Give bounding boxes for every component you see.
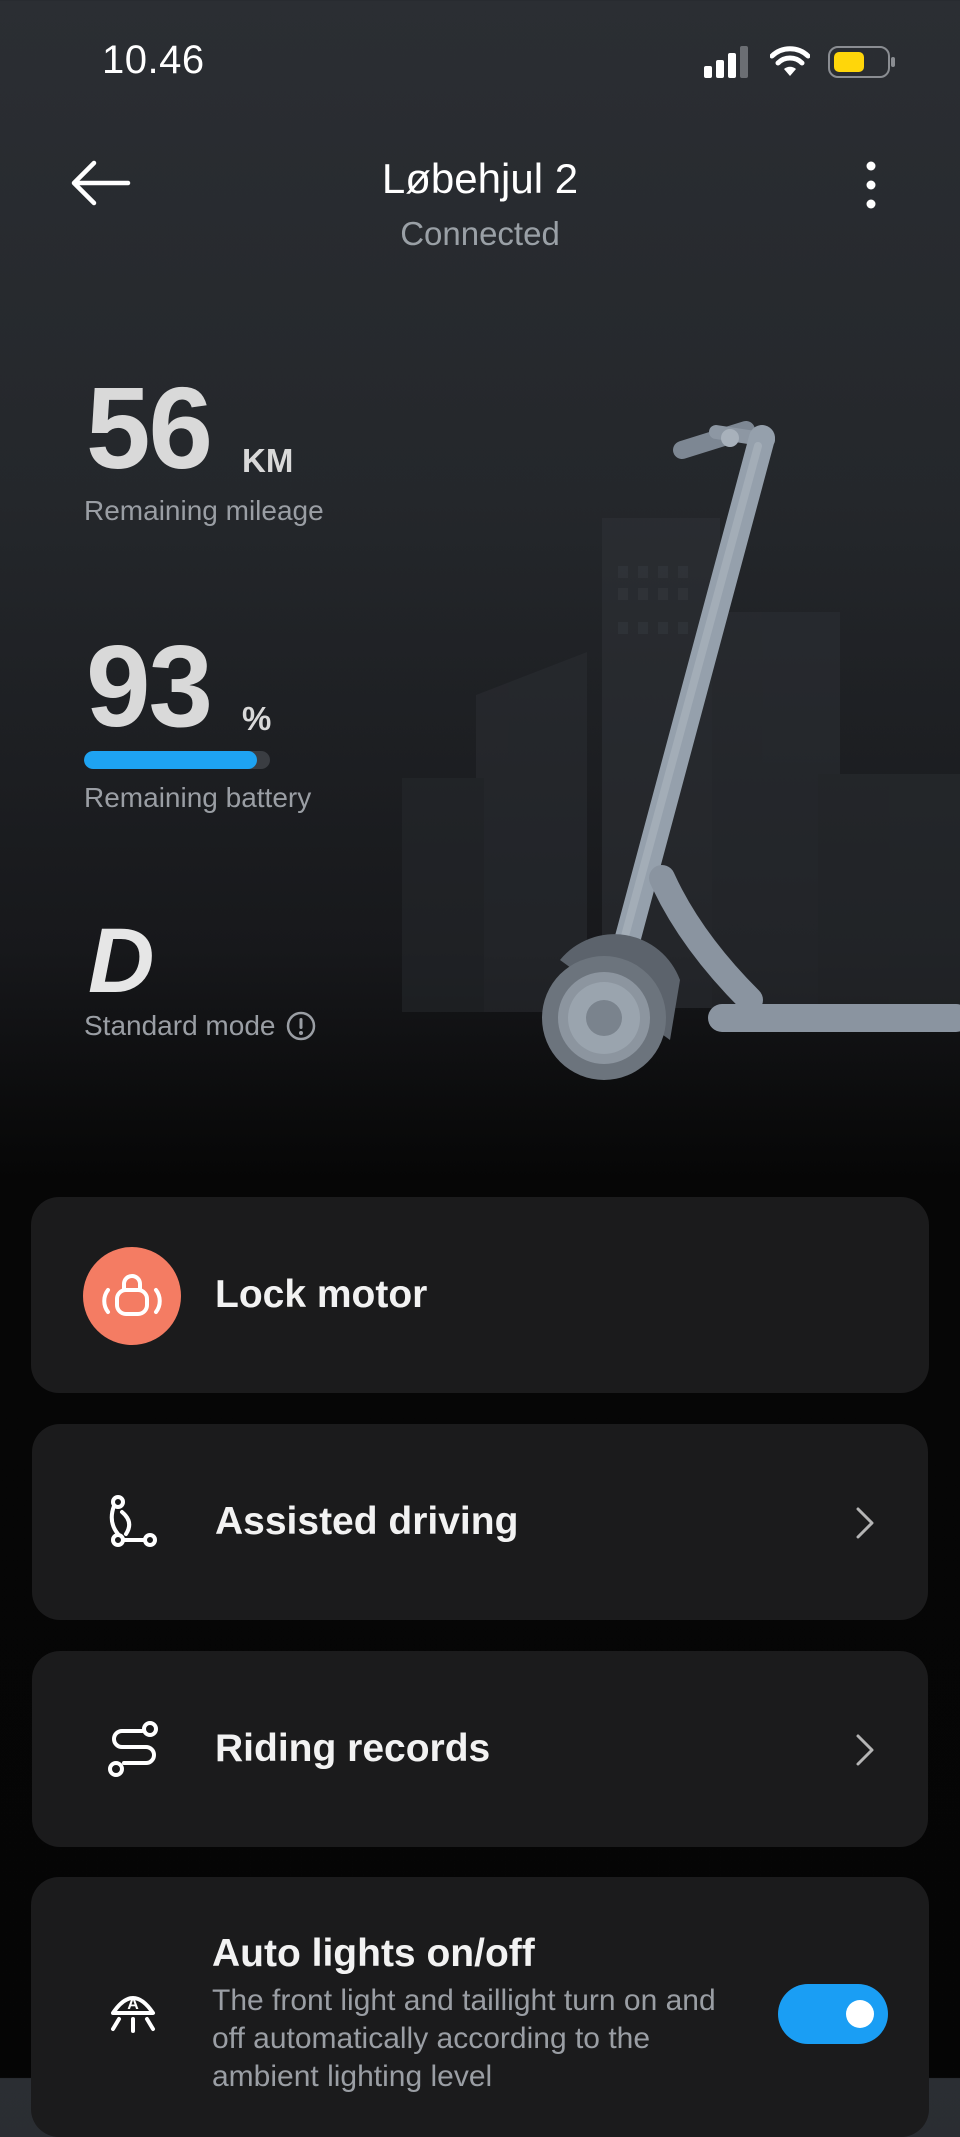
battery-value: 93 [86,621,213,751]
page-title: Løbehjul 2 [381,155,579,202]
mode-letter: D [88,910,155,1012]
battery-bar [84,751,270,769]
battery-unit: % [242,700,272,737]
assisted-driving-icon [109,1495,157,1547]
lock-icon [83,1247,181,1345]
auto-lights-description: The front light and taillight turn on an… [212,1984,716,2093]
assisted-driving-card[interactable]: Assisted driving [32,1424,928,1620]
status-time: 10.46 [102,38,205,82]
lock-motor-label: Lock motor [215,1273,428,1316]
mode-row[interactable]: Standard mode [84,1010,317,1042]
more-vertical-icon[interactable] [856,160,886,210]
signal-icon [704,46,748,78]
chevron-right-icon [856,1507,874,1539]
assisted-driving-label: Assisted driving [215,1500,519,1543]
status-icons [704,44,896,80]
scooter-illustration [402,421,960,1080]
info-icon[interactable] [285,1010,317,1042]
svg-text:A: A [127,1996,139,2013]
chevron-right-icon [856,1734,874,1766]
auto-lights-toggle[interactable] [778,1984,888,2044]
auto-lights-label: Auto lights on/off [212,1932,535,1975]
riding-records-card[interactable]: Riding records [32,1651,928,1847]
wifi-icon [770,46,810,76]
mode-label: Standard mode [84,1010,276,1041]
auto-lights-card: A Auto lights on/off The front light and… [31,1877,929,2137]
battery-label: Remaining battery [84,782,312,813]
mileage-value: 56 [86,363,213,493]
riding-records-icon [108,1721,158,1777]
battery-icon [828,46,895,78]
battery-bar-fill [84,751,257,769]
connection-status: Connected [400,215,560,252]
mileage-unit: KM [242,442,294,479]
auto-lights-icon: A [111,1996,155,2033]
mileage-label: Remaining mileage [84,495,324,526]
lock-motor-card[interactable]: Lock motor [31,1197,929,1393]
riding-records-label: Riding records [215,1727,491,1770]
toggle-knob [846,2000,874,2028]
